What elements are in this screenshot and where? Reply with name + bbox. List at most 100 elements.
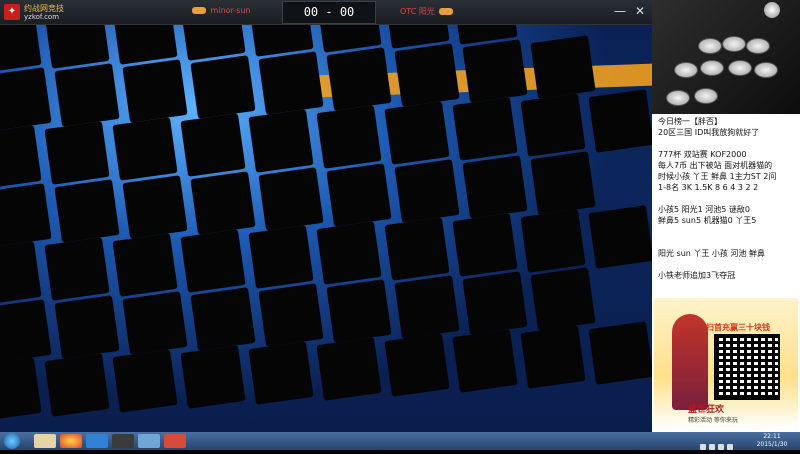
note-line [658,226,798,237]
mosaic-square [122,175,188,239]
note-line: 小铁老师追加3飞夺冠 [658,271,736,280]
window-icon[interactable] [138,434,160,448]
note-line: 20区三国 ID叫我放狗就好了 [658,128,760,137]
arcade-button-icon [722,36,746,52]
mosaic-square [326,163,392,227]
note-line [658,138,798,149]
arcade-button-icon [754,62,778,78]
mosaic-square [530,151,596,215]
mosaic-square [0,299,52,363]
arcade-button-icon [746,38,770,54]
mosaic-square [112,349,178,413]
ad-slogan: 盛世狂欢 [688,405,725,415]
mosaic-square [190,171,256,235]
app-logo: ✦ 约战网竞技 yzkof.com [4,2,64,22]
mosaic-square [520,325,586,389]
obs-icon[interactable] [112,434,134,448]
mosaic-square [384,101,450,165]
mosaic-square [588,205,652,269]
mosaic-square [258,283,324,347]
clock-time: 22:11 [763,433,781,440]
taskbar-app-icon[interactable] [34,434,56,448]
mosaic-square [112,233,178,297]
system-tray[interactable] [700,435,744,450]
mosaic-square [520,209,586,273]
note-line [658,193,798,204]
mosaic-square [316,221,382,285]
mosaic-square [248,109,314,173]
close-button[interactable]: ✕ [632,3,648,19]
mosaic-square [0,25,42,73]
mosaic-square [588,321,652,385]
mosaic-square [394,43,460,107]
note-line: 时候小孩 丫王 鲜鼻 1主力ST 2问 [658,172,777,181]
start-button[interactable] [4,433,20,449]
mosaic-square [190,55,256,119]
mosaic-square [316,337,382,401]
mosaic-square [384,333,450,397]
qr-code-icon [714,334,780,400]
player1-label: minor-sun [190,6,251,15]
chrome-icon[interactable] [60,434,82,448]
mosaic-square [258,167,324,231]
ad-subtext: 精彩活动 等你来玩 [688,417,738,424]
game-app-icon[interactable] [164,434,186,448]
mosaic-square [394,159,460,223]
mosaic-square [394,275,460,339]
note-line [658,237,798,248]
side-panel: 今日榜一【胖否】 20区三国 ID叫我放狗就好了 777杯 双站赛 KOF200… [652,0,800,432]
note-line: 每人7币 出下被站 面对机器猫的 [658,161,773,170]
player2-name: OTC 阳光 [400,7,435,16]
logo-url: yzkof.com [24,13,60,21]
mosaic-square [248,225,314,289]
minimize-button[interactable]: — [612,3,628,19]
mosaic-square [190,287,256,351]
arcade-button-icon [700,60,724,76]
mosaic-square [0,183,52,247]
mosaic-square [452,97,518,161]
mosaic-square [452,329,518,393]
title-bar: ✦ 约战网竞技 yzkof.com minor-sun 00 - 00 OTC … [0,0,652,25]
note-line: 鲜鼻5 sun5 机器猫0 丫王5 [658,216,757,225]
mosaic-square [44,237,110,301]
mosaic-square [122,59,188,123]
note-line: 小孩5 阳光1 河池5 谜敌0 [658,205,750,214]
mosaic-overlay [0,25,652,432]
taskbar: 22:11 2015/1/30 [0,432,800,450]
mosaic-square [44,353,110,417]
mosaic-square [530,267,596,331]
note-line: 1-8名 3K 1.5K 8 6 4 3 2 2 [658,183,759,192]
score-display: 00 - 00 [282,1,376,24]
mosaic-square [326,47,392,111]
mosaic-square [122,291,188,355]
mosaic-square [258,51,324,115]
player1-flag-icon [192,7,206,14]
mosaic-square [462,271,528,335]
arcade-button-icon [698,38,722,54]
note-line: 阳光 sun 丫王 小孩 河池 鲜鼻 [658,249,766,258]
mosaic-square [316,105,382,169]
logo-icon: ✦ [4,4,20,20]
mosaic-square [384,217,450,281]
promo-ad[interactable]: 扫首充赢三十块钱 盛世狂欢 精彩活动 等你来玩 [654,298,798,430]
mosaic-square [248,341,314,405]
mosaic-square [0,125,42,189]
mosaic-square [0,241,42,305]
mosaic-square [452,213,518,277]
clock-date: 2015/1/30 [756,441,788,448]
app-k-icon[interactable] [86,434,108,448]
mosaic-square [0,357,42,421]
mosaic-square [44,121,110,185]
controller-cam [652,0,800,114]
player2-flag-icon [439,8,454,15]
mosaic-square [180,113,246,177]
ad-title: 扫首充赢三十块钱 [706,323,770,332]
mosaic-square [44,25,110,69]
mosaic-square [0,67,52,131]
mosaic-square [462,155,528,219]
mosaic-square [54,295,120,359]
mosaic-square [588,89,652,153]
clock: 22:11 2015/1/30 [748,433,796,449]
mosaic-square [54,179,120,243]
note-line: 777杯 双站赛 KOF2000 [658,150,747,159]
